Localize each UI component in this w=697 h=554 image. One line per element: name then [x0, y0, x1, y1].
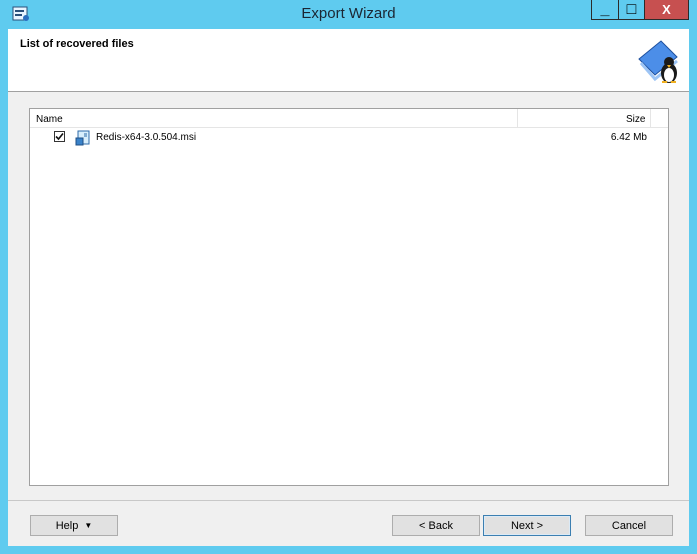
export-wizard-window: Export Wizard _ □ X List of recovered fi… [0, 0, 697, 554]
next-button[interactable]: Next > [483, 515, 571, 536]
back-button[interactable]: < Back [392, 515, 480, 536]
file-name: Redis-x64-3.0.504.msi [96, 132, 197, 143]
minimize-icon: _ [600, 0, 610, 18]
title-bar[interactable]: Export Wizard _ □ X [0, 0, 697, 29]
cancel-button-label: Cancel [611, 519, 647, 532]
maximize-icon: □ [626, 0, 637, 18]
wizard-header: List of recovered files [8, 29, 689, 92]
next-button-label: Next > [510, 519, 544, 532]
checkmark-icon [55, 132, 64, 141]
column-divider[interactable] [517, 109, 518, 127]
footer-divider [8, 500, 689, 501]
file-checkbox[interactable] [54, 131, 65, 142]
column-header-size[interactable]: Size [626, 114, 645, 125]
msi-installer-icon [75, 130, 90, 146]
wizard-book-penguin-icon [638, 40, 678, 83]
page-title: List of recovered files [20, 38, 134, 50]
file-row[interactable]: Redis-x64-3.0.504.msi 6.42 Mb [30, 129, 668, 147]
list-header: Name Size [30, 109, 668, 128]
column-header-name[interactable]: Name [36, 114, 63, 125]
recovered-files-list[interactable]: Name Size Redis-x64-3.0.504.msi 6.42 Mb [29, 108, 669, 486]
cancel-button[interactable]: Cancel [585, 515, 673, 536]
file-size: 6.42 Mb [610, 132, 647, 143]
maximize-button[interactable]: □ [618, 0, 645, 20]
wizard-client-area: List of recovered files Name Size Redis-… [8, 29, 689, 546]
back-button-label: < Back [419, 519, 453, 532]
dropdown-arrow-icon: ▼ [84, 521, 93, 530]
close-button[interactable]: X [645, 0, 689, 20]
column-divider[interactable] [650, 109, 651, 127]
close-icon: X [662, 2, 671, 17]
help-button[interactable]: Help ▼ [30, 515, 118, 536]
help-button-label: Help [55, 519, 79, 532]
minimize-button[interactable]: _ [591, 0, 618, 20]
